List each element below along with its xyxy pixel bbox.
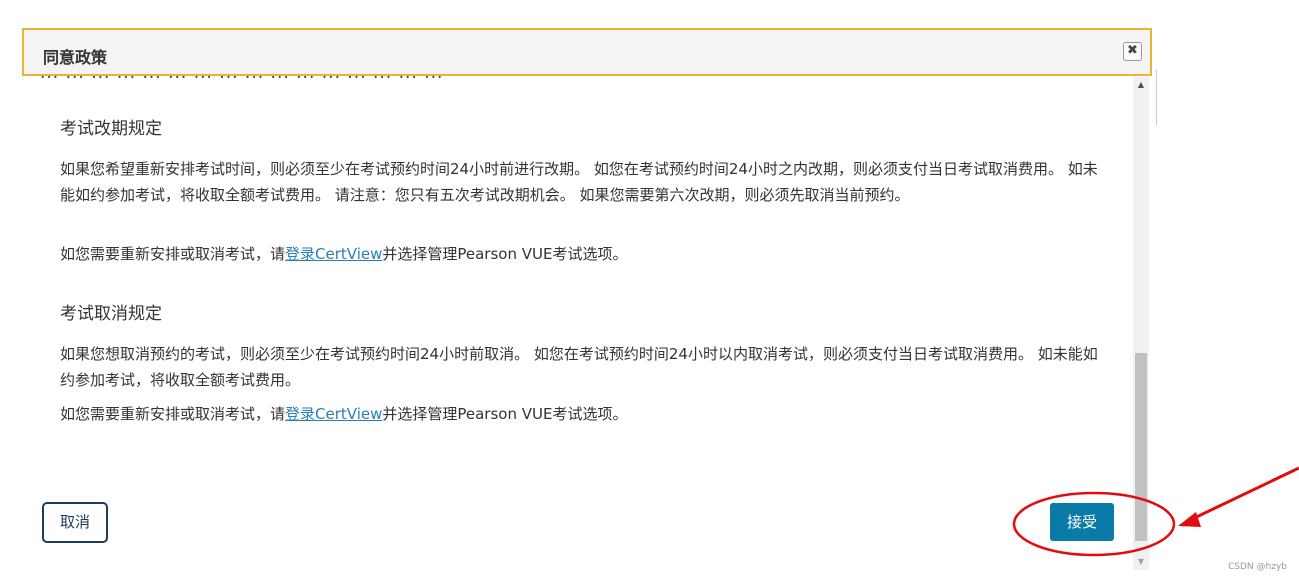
arrow-shaft bbox=[1187, 466, 1299, 523]
arrow-head-icon bbox=[1178, 512, 1201, 527]
watermark: CSDN @hzyb bbox=[1228, 562, 1287, 572]
annotation-overlay bbox=[1012, 466, 1299, 557]
highlight-ellipse bbox=[1012, 491, 1176, 557]
